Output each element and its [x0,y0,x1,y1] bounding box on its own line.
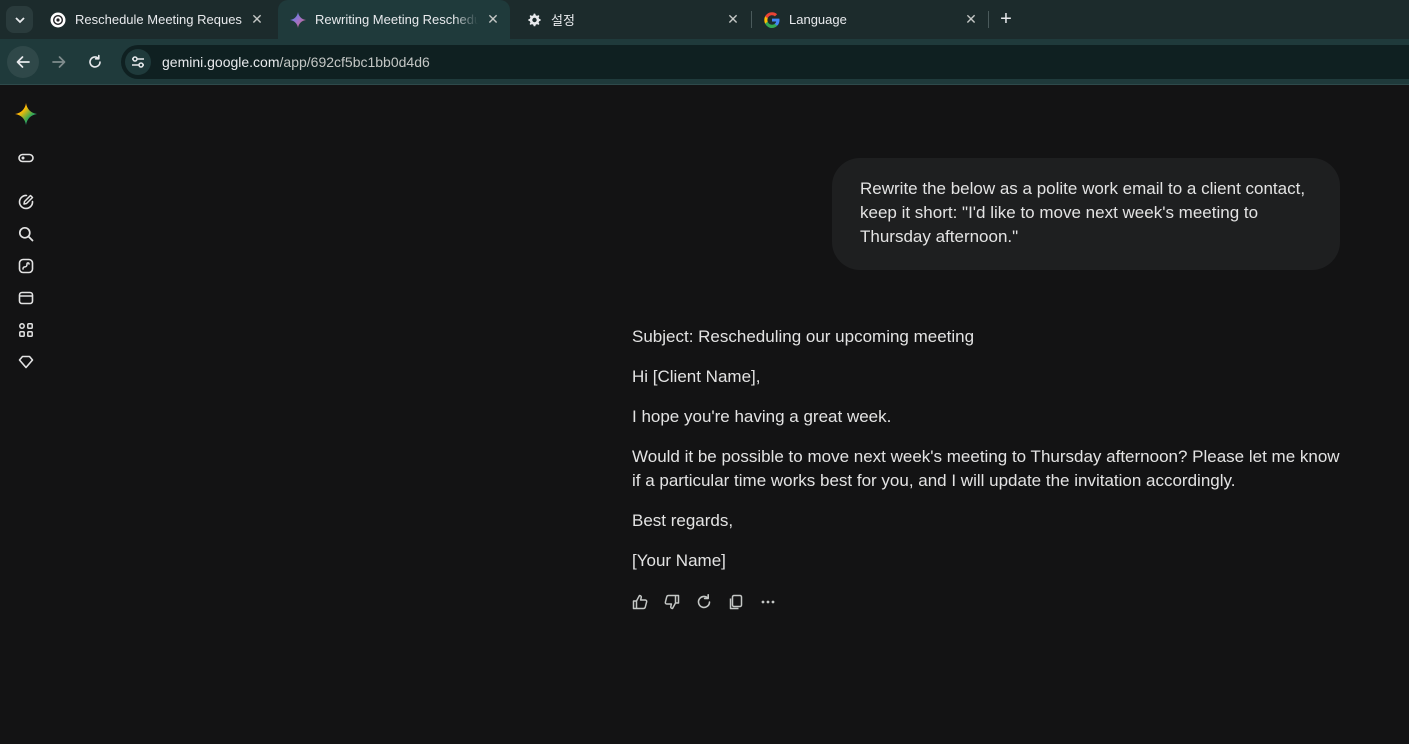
new-tab-button[interactable]: + [994,7,1018,31]
toggle-sidebar-icon[interactable] [12,144,40,172]
tab-language[interactable]: Language ✕ [752,0,988,39]
chevron-down-icon [14,16,25,23]
user-message-bubble: Rewrite the below as a polite work email… [832,158,1340,270]
response-paragraph: Would it be possible to move next week's… [632,447,1340,490]
gemini-logo-icon[interactable] [12,100,40,128]
thumbs-down-button[interactable] [660,590,684,614]
response-subject-line: Subject: Rescheduling our upcoming meeti… [632,327,975,346]
arrow-right-icon [52,56,66,68]
url-text: gemini.google.com/app/692cf5bc1bb0d4d6 [162,54,430,70]
tab-separator [988,11,989,28]
chatgpt-icon [50,12,66,28]
tab-search-button[interactable] [6,6,33,33]
url-host: gemini.google.com [162,54,280,70]
thumbs-up-button[interactable] [628,590,652,614]
close-tab-icon[interactable]: ✕ [724,11,742,29]
arrow-left-icon [16,56,30,68]
more-horiz-icon [761,600,775,604]
refresh-icon [697,594,711,609]
library-icon[interactable] [12,284,40,312]
close-tab-icon[interactable]: ✕ [484,11,502,29]
copy-button[interactable] [724,590,748,614]
url-path: /app/692cf5bc1bb0d4d6 [279,54,430,70]
gems-icon[interactable] [12,252,40,280]
site-info-button[interactable] [125,49,151,75]
copy-icon [729,594,743,610]
browser-toolbar: gemini.google.com/app/692cf5bc1bb0d4d6 [0,39,1409,85]
tab-title: Language [789,12,847,27]
thumbs-down-icon [664,594,680,610]
tab-title: Rewriting Meeting Reschedule [315,12,478,27]
new-chat-icon[interactable] [12,188,40,216]
response-actions [628,590,788,614]
tab-title: 설정 [551,13,575,28]
model-response: Subject: Rescheduling our upcoming meeti… [632,325,1344,589]
close-tab-icon[interactable]: ✕ [248,11,266,29]
forward-button[interactable] [43,46,75,78]
google-icon [764,11,780,28]
response-signoff: Best regards, [632,511,734,530]
response-paragraph: I hope you're having a great week. [632,407,892,426]
back-button[interactable] [7,46,39,78]
response-signature: [Your Name] [632,551,726,570]
regenerate-button[interactable] [692,590,716,614]
response-greeting: Hi [Client Name], [632,367,761,386]
upgrade-icon[interactable] [12,348,40,376]
address-bar[interactable]: gemini.google.com/app/692cf5bc1bb0d4d6 [121,45,1409,79]
search-icon[interactable] [12,220,40,248]
gear-icon [526,12,542,28]
tab-rewriting-meeting-reschedule[interactable]: Rewriting Meeting Reschedule ✕ [278,0,510,39]
gemini-icon [290,11,306,28]
sidebar [0,86,52,744]
reload-icon [89,54,101,68]
tab-settings[interactable]: 설정 ✕ [514,0,750,39]
tune-icon [132,56,144,68]
tab-reschedule-meeting-request[interactable]: Reschedule Meeting Request ✕ [38,0,274,39]
tab-strip: Reschedule Meeting Request ✕ Rewriting M… [0,0,1409,39]
apps-icon[interactable] [12,316,40,344]
more-options-button[interactable] [756,590,780,614]
tab-title: Reschedule Meeting Request [75,12,242,27]
thumbs-up-icon [632,594,648,610]
close-tab-icon[interactable]: ✕ [962,11,980,29]
reload-button[interactable] [79,46,111,78]
